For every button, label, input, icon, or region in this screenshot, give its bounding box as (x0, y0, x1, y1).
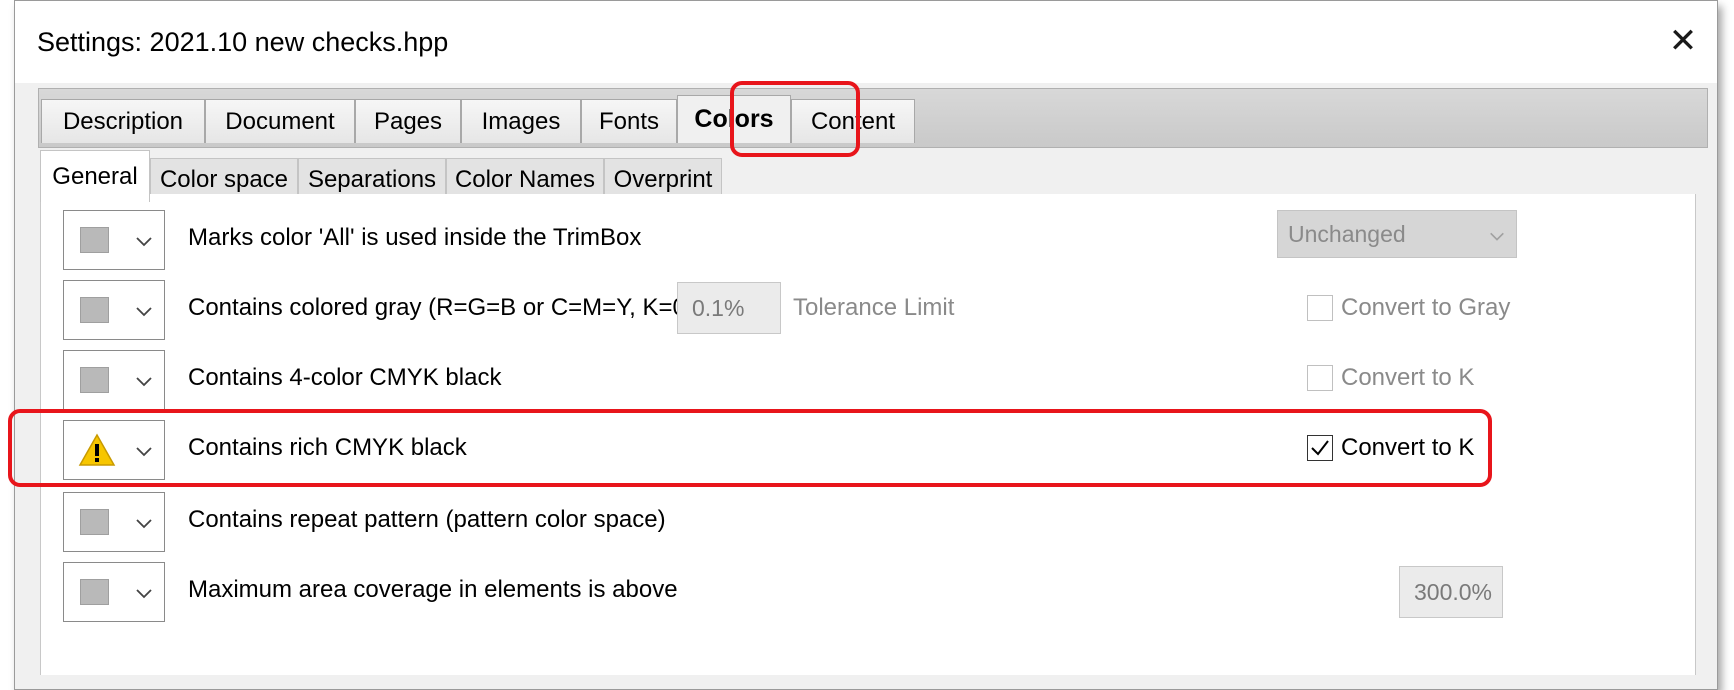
severity-none-icon (80, 227, 109, 253)
marks-color-select[interactable]: Unchanged (1277, 210, 1517, 258)
severity-dropdown[interactable] (63, 280, 165, 340)
severity-dropdown[interactable] (63, 562, 165, 622)
severity-dropdown[interactable] (63, 210, 165, 270)
chevron-down-icon (136, 519, 152, 529)
subtab-general[interactable]: General (40, 150, 150, 202)
tolerance-label: Tolerance Limit (793, 294, 955, 321)
check-row: Marks color 'All' is used inside the Tri… (41, 210, 1695, 270)
severity-none-icon (80, 297, 109, 323)
check-row: Contains colored gray (R=G=B or C=M=Y, K… (41, 280, 1695, 340)
chevron-down-icon (136, 237, 152, 247)
severity-none-icon (80, 509, 109, 535)
checkbox-box[interactable] (1307, 365, 1333, 391)
check-label: Contains 4-color CMYK black (188, 364, 502, 391)
convert-to-gray-checkbox[interactable]: Convert to Gray (1307, 294, 1510, 322)
check-row: Maximum area coverage in elements is abo… (41, 562, 1695, 622)
title-bar: Settings: 2021.10 new checks.hpp ✕ (15, 1, 1717, 83)
checkbox-label: Convert to K (1341, 364, 1475, 391)
coverage-input[interactable]: 300.0% (1399, 566, 1503, 618)
chevron-down-icon (1490, 232, 1504, 241)
chevron-down-icon (136, 307, 152, 317)
check-icon (1311, 440, 1329, 456)
checkbox-box[interactable] (1307, 435, 1333, 461)
checkbox-label: Convert to K (1341, 434, 1475, 461)
check-row: Contains 4-color CMYK black Convert to K (41, 350, 1695, 410)
coverage-value: 300.0% (1414, 578, 1493, 605)
checks-list: Marks color 'All' is used inside the Tri… (40, 194, 1696, 675)
check-row: Contains repeat pattern (pattern color s… (41, 492, 1695, 552)
severity-dropdown[interactable] (63, 492, 165, 552)
check-row: Contains rich CMYK black Convert to K (41, 420, 1695, 480)
checkbox-label: Convert to Gray (1341, 294, 1511, 321)
severity-dropdown[interactable] (63, 350, 165, 410)
sub-tab-strip: General Color space Separations Color Na… (40, 150, 1700, 202)
tab-document[interactable]: Document (205, 99, 355, 143)
severity-none-icon (80, 367, 109, 393)
tab-pages[interactable]: Pages (355, 99, 461, 143)
tab-description[interactable]: Description (41, 99, 205, 143)
chevron-down-icon (136, 377, 152, 387)
tab-fonts[interactable]: Fonts (581, 99, 677, 143)
checkbox-box[interactable] (1307, 295, 1333, 321)
convert-to-k-checkbox[interactable]: Convert to K (1307, 434, 1474, 462)
tolerance-value: 0.1% (692, 294, 745, 321)
window-title: Settings: 2021.10 new checks.hpp (37, 27, 449, 57)
check-label: Contains rich CMYK black (188, 434, 467, 461)
check-label: Maximum area coverage in elements is abo… (188, 576, 678, 603)
chevron-down-icon (136, 447, 152, 457)
severity-none-icon (80, 579, 109, 605)
tab-images[interactable]: Images (461, 99, 581, 143)
severity-dropdown[interactable] (63, 420, 165, 480)
check-label: Contains repeat pattern (pattern color s… (188, 506, 666, 533)
chevron-down-icon (136, 589, 152, 599)
warning-icon (78, 433, 116, 466)
convert-to-k-checkbox[interactable]: Convert to K (1307, 364, 1474, 392)
close-icon[interactable]: ✕ (1653, 13, 1713, 69)
check-label: Contains colored gray (R=G=B or C=M=Y, K… (188, 294, 694, 321)
tab-colors[interactable]: Colors (677, 95, 791, 143)
main-tab-strip: Description Document Pages Images Fonts … (38, 88, 1708, 148)
tolerance-input[interactable]: 0.1% (677, 282, 781, 334)
select-value: Unchanged (1288, 220, 1406, 247)
check-label: Marks color 'All' is used inside the Tri… (188, 224, 642, 251)
tab-content[interactable]: Content (791, 99, 915, 143)
